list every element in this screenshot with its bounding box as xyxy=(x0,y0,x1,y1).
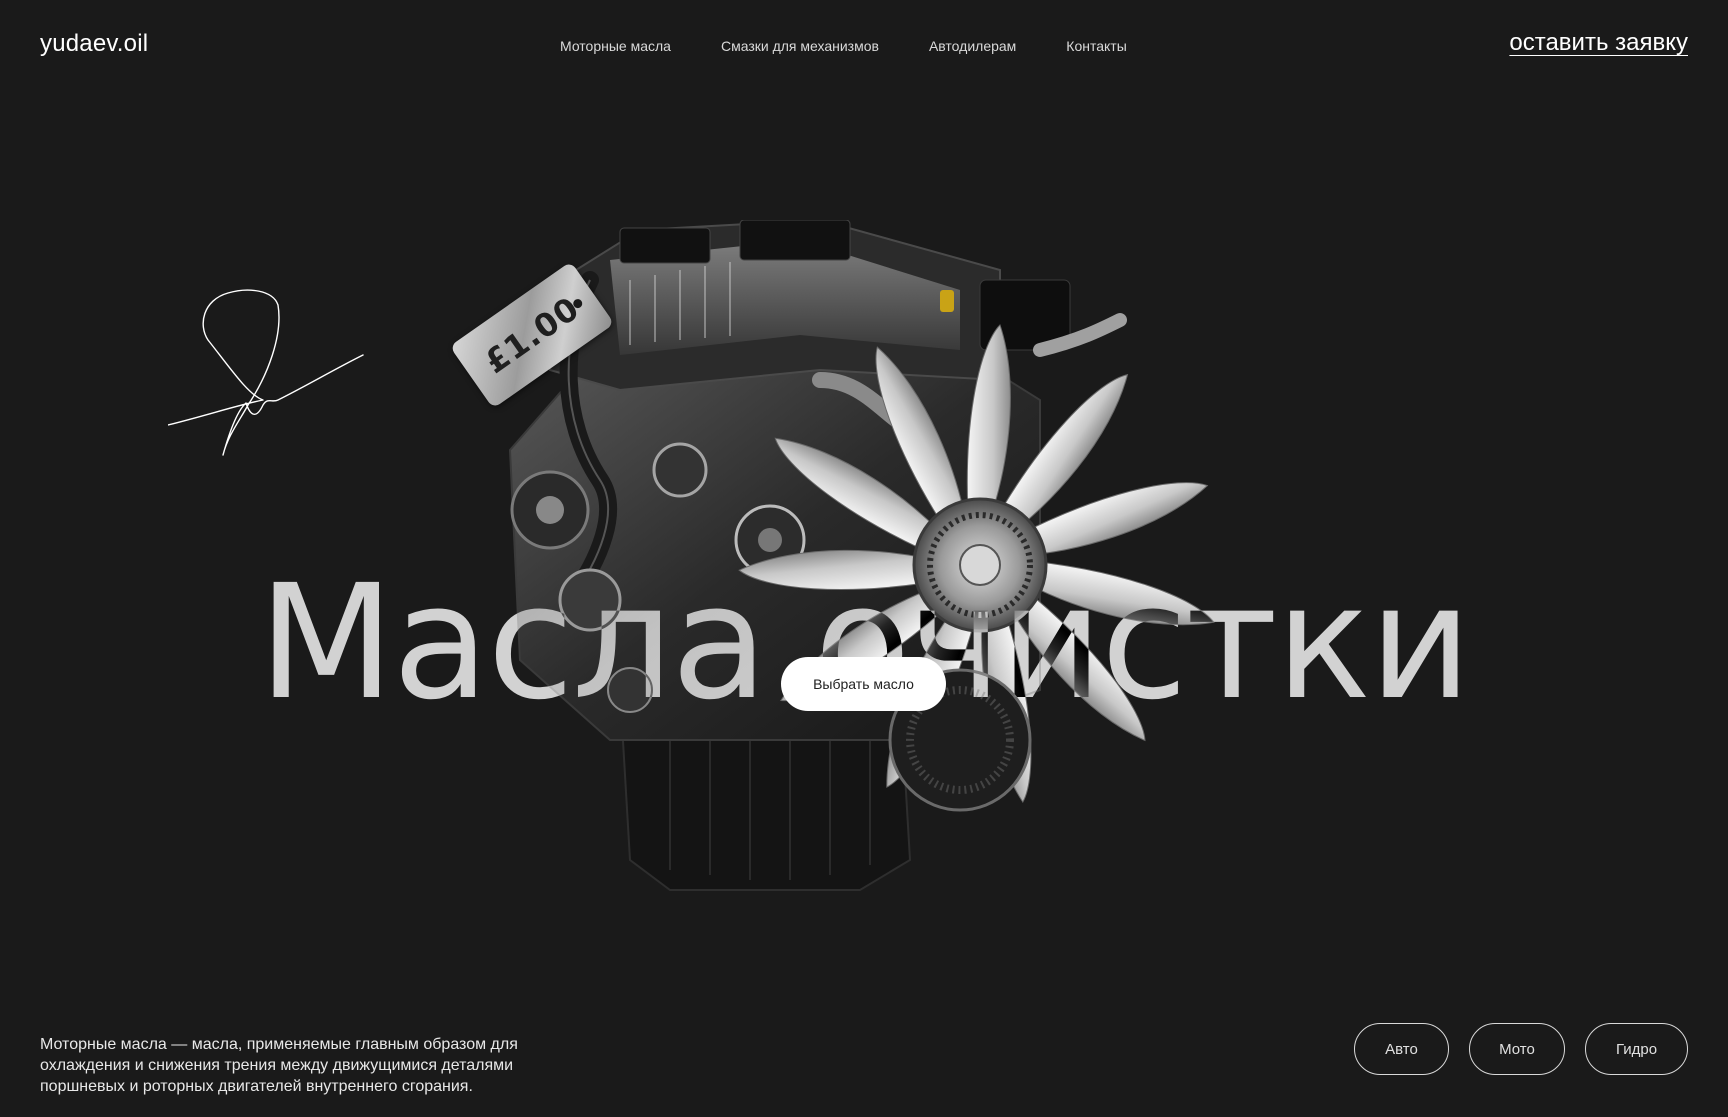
category-auto-button[interactable]: Авто xyxy=(1354,1023,1449,1075)
nav-item-lubricants[interactable]: Смазки для механизмов xyxy=(721,38,879,54)
nav-item-motor-oils[interactable]: Моторные масла xyxy=(560,38,671,54)
nav-item-contacts[interactable]: Контакты xyxy=(1066,38,1126,54)
nav-item-dealers[interactable]: Автодилерам xyxy=(929,38,1016,54)
category-moto-button[interactable]: Мото xyxy=(1469,1023,1565,1075)
main-nav: Моторные масла Смазки для механизмов Авт… xyxy=(560,38,1127,54)
site-logo[interactable]: yudaev.oil xyxy=(40,30,148,58)
signature-icon xyxy=(168,289,364,456)
category-hydro-button[interactable]: Гидро xyxy=(1585,1023,1688,1075)
hero-description: Моторные масла — масла, применяемые глав… xyxy=(40,1036,518,1095)
choose-oil-button[interactable]: Выбрать масло xyxy=(781,657,946,711)
category-filters: Авто Мото Гидро xyxy=(1354,1023,1688,1075)
leave-request-link[interactable]: оставить заявку xyxy=(1509,29,1688,57)
